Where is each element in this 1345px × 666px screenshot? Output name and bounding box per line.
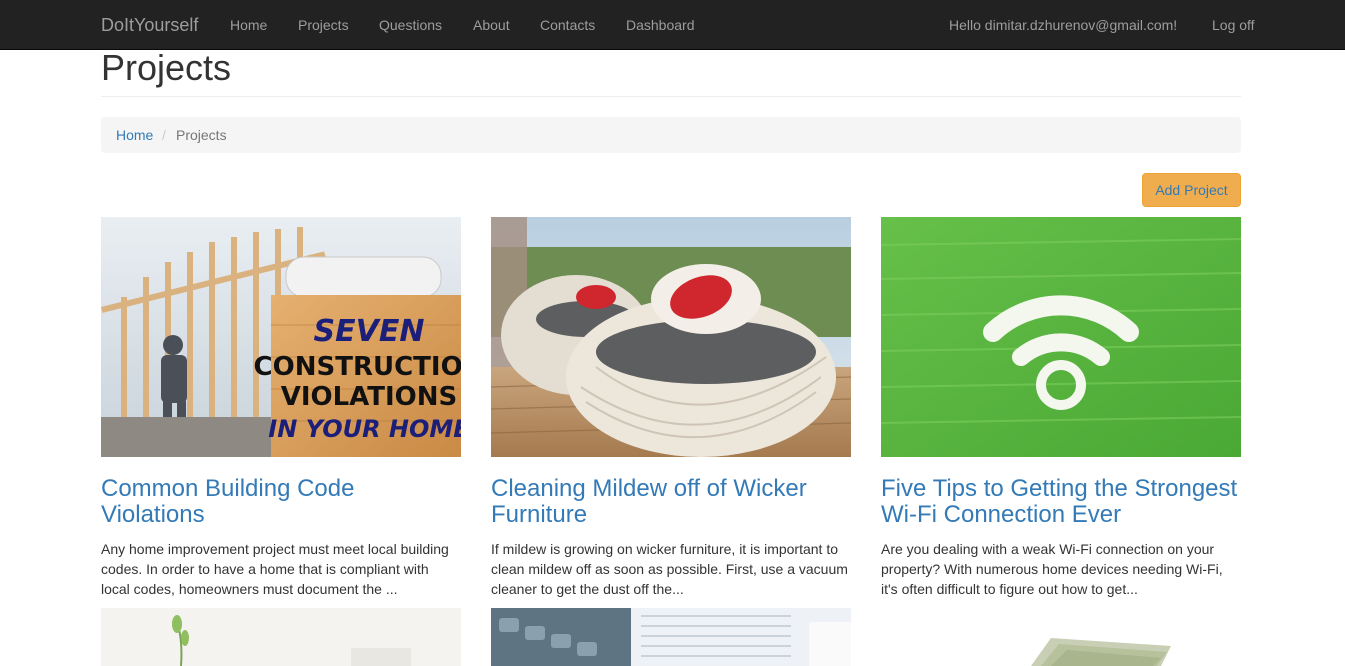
add-project-button[interactable]: Add Project	[1142, 173, 1241, 207]
breadcrumb: Home / Projects	[101, 117, 1241, 153]
page-title: Projects	[101, 47, 232, 88]
breadcrumb-current: Projects	[176, 127, 227, 143]
nav-contacts[interactable]: Contacts	[540, 16, 595, 34]
wicker-furniture-image[interactable]	[491, 217, 851, 457]
top-navbar: DoItYourself Home Projects Questions Abo…	[0, 0, 1345, 50]
nav-questions[interactable]: Questions	[379, 16, 442, 34]
nav-about[interactable]: About	[473, 16, 510, 34]
image-text-seven: SEVEN	[314, 314, 425, 349]
image-text-in-your-home: IN YOUR HOME	[268, 415, 461, 443]
project-title-link[interactable]: Five Tips to Getting the Strongest Wi-Fi…	[881, 476, 1241, 528]
project-title-link[interactable]: Common Building Code Violations	[101, 476, 461, 528]
project-summary: Are you dealing with a weak Wi-Fi connec…	[881, 541, 1223, 597]
title-divider	[101, 96, 1241, 97]
breadcrumb-separator: /	[162, 127, 166, 143]
project-summary: Any home improvement project must meet l…	[101, 541, 449, 597]
money-image[interactable]	[881, 608, 1241, 666]
image-text-construction: CONSTRUCTION	[254, 352, 461, 382]
image-text-violations: VIOLATIONS	[281, 382, 458, 412]
project-title-link[interactable]: Cleaning Mildew off of Wicker Furniture	[491, 476, 851, 528]
calculator-documents-image[interactable]	[491, 608, 851, 666]
construction-violations-image[interactable]: SEVEN CONSTRUCTION VIOLATIONS IN YOUR HO…	[101, 217, 461, 457]
plant-image[interactable]	[101, 608, 461, 666]
wifi-leaf-image[interactable]	[881, 217, 1241, 457]
nav-dashboard[interactable]: Dashboard	[626, 16, 695, 34]
nav-home[interactable]: Home	[230, 16, 267, 34]
breadcrumb-home-link[interactable]: Home	[116, 127, 153, 143]
logoff-link[interactable]: Log off	[1212, 16, 1255, 34]
project-summary: If mildew is growing on wicker furniture…	[491, 541, 848, 597]
brand-link[interactable]: DoItYourself	[101, 15, 198, 35]
user-greeting-link[interactable]: Hello dimitar.dzhurenov@gmail.com!	[949, 16, 1177, 34]
nav-projects[interactable]: Projects	[298, 16, 349, 34]
